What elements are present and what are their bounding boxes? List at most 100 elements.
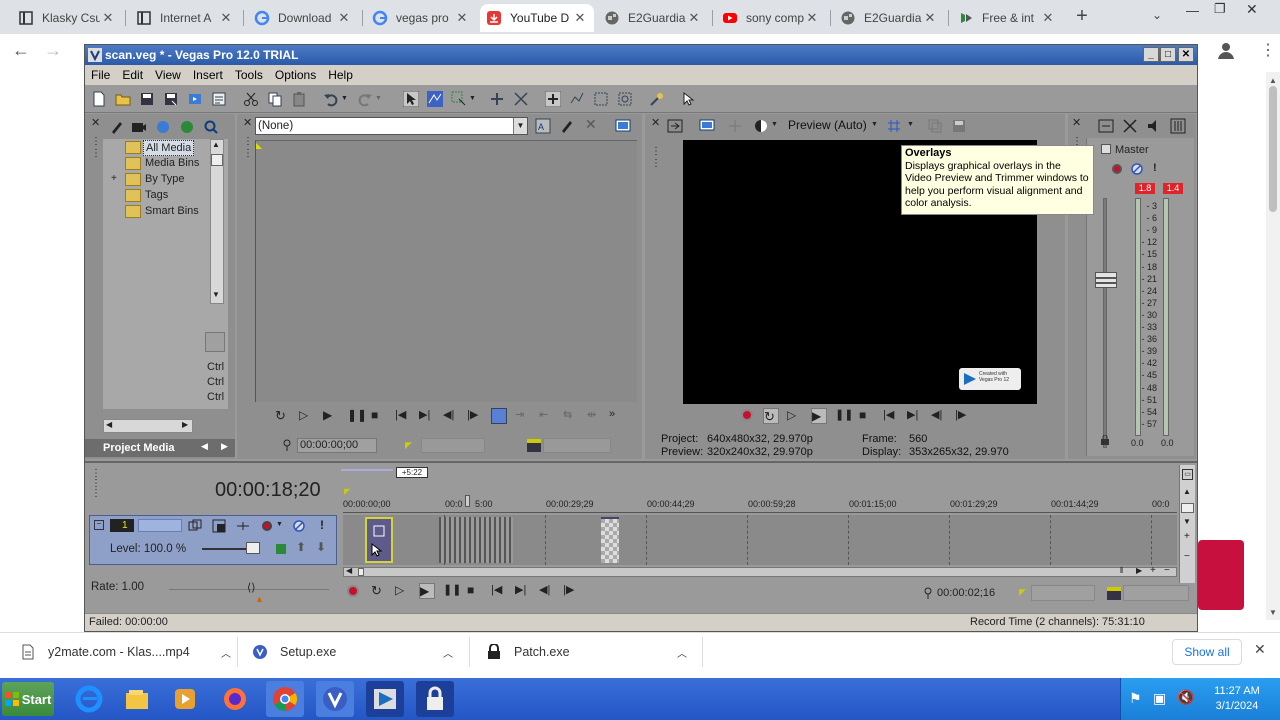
preview-properties-icon[interactable]	[667, 118, 683, 134]
network-icon[interactable]: ▣	[1153, 690, 1166, 707]
save-as-icon[interactable]	[163, 91, 179, 107]
menu-help[interactable]: Help	[322, 68, 359, 82]
close-icon[interactable]: ✕	[218, 10, 234, 26]
panel-close-icon[interactable]: ✕	[243, 116, 252, 129]
pause-icon[interactable]: ❚❚	[835, 408, 853, 424]
menu-tools[interactable]: Tools	[229, 68, 269, 82]
add-to-timeline-4-icon[interactable]: ⇹	[587, 408, 603, 424]
trimmer-tool-icon[interactable]	[559, 118, 575, 134]
expand-track-icon[interactable]: ▭	[1182, 469, 1193, 480]
panel-close-icon[interactable]: ✕	[651, 116, 660, 129]
preview-quality-dropdown[interactable]: Preview (Auto)	[788, 118, 867, 132]
zoom-icon[interactable]	[617, 91, 633, 107]
scroll-handle-icon[interactable]: ⦀	[1120, 566, 1124, 576]
overlays-grid-icon[interactable]	[887, 119, 901, 133]
tab-download[interactable]: Download ✕	[248, 4, 358, 32]
loop-icon[interactable]: ↻	[275, 408, 291, 424]
back-arrow-icon[interactable]: ←	[12, 40, 30, 61]
scroll-thumb[interactable]	[1269, 86, 1277, 212]
auto-ripple-icon[interactable]	[489, 91, 505, 107]
pause-icon[interactable]: ❚❚	[347, 408, 367, 424]
profile-icon[interactable]	[1216, 40, 1236, 60]
properties-icon[interactable]	[211, 91, 227, 107]
cursor-handle[interactable]	[465, 495, 470, 507]
tree-item-tags[interactable]: Tags	[145, 189, 168, 201]
cut-icon[interactable]	[243, 91, 259, 107]
downmix-icon[interactable]	[1122, 118, 1138, 134]
get-media-web-icon[interactable]	[155, 119, 171, 135]
redo-icon[interactable]	[357, 91, 373, 107]
go-to-start-icon[interactable]: |◀	[395, 408, 411, 424]
next-frame-icon[interactable]: |▶	[467, 408, 483, 424]
add-to-timeline-3-icon[interactable]: ⇆	[563, 408, 579, 424]
firefox-icon[interactable]	[216, 681, 254, 717]
menu-kebab-icon[interactable]: ⋮	[1260, 40, 1276, 60]
fader-handle[interactable]	[1095, 272, 1117, 288]
tab-next-icon[interactable]: ▶	[221, 441, 228, 452]
tab-free-int[interactable]: Free & int ✕	[952, 4, 1062, 32]
track-gear-icon[interactable]	[260, 519, 274, 533]
go-to-start-icon[interactable]: |◀	[491, 583, 507, 599]
expand-icon[interactable]: +	[111, 173, 117, 184]
new-project-icon[interactable]	[91, 91, 107, 107]
track-fx-icon[interactable]	[212, 519, 226, 533]
tab-youtube-download[interactable]: YouTube D ✕	[480, 4, 594, 32]
stop-icon[interactable]: ■	[371, 408, 387, 424]
paste-icon[interactable]	[291, 91, 307, 107]
mute-icon[interactable]	[1131, 163, 1143, 175]
play-icon[interactable]: ▶	[419, 583, 435, 599]
chevron-up-icon[interactable]: ︿	[672, 645, 692, 660]
tab-vegas-pro[interactable]: vegas pro ✕	[366, 4, 476, 32]
move-up-icon[interactable]: ⬆	[296, 540, 306, 554]
stop-icon[interactable]: ■	[859, 408, 875, 424]
time-ruler[interactable]: 00:00:00;00 00:0 5:00 00:00:29;29 00:00:…	[343, 493, 1177, 513]
minimize-button[interactable]: _	[1143, 47, 1159, 62]
tree-hscrollbar[interactable]: ◀ ▶	[103, 419, 193, 433]
fx-gear-icon[interactable]	[1111, 163, 1123, 175]
scroll-left-icon[interactable]: ◀	[346, 566, 352, 575]
timeline-timecode[interactable]: 00:00:18;20	[215, 479, 321, 502]
level-slider-handle[interactable]	[246, 542, 260, 554]
video-event-strip[interactable]	[439, 517, 513, 563]
prev-frame-icon[interactable]: ◀|	[443, 408, 459, 424]
normal-edit-tool-icon[interactable]	[403, 91, 419, 107]
whats-this-icon[interactable]	[681, 91, 697, 107]
scroll-thumb[interactable]	[211, 154, 223, 166]
scroll-up-icon[interactable]: ▲	[212, 140, 220, 149]
trimmer-add-icon[interactable]: A	[535, 118, 551, 134]
record-icon[interactable]	[741, 409, 753, 421]
chevron-down-icon[interactable]: ▼	[907, 121, 914, 128]
import-media-icon[interactable]	[109, 119, 125, 135]
tree-item-all-media[interactable]: All Media	[143, 140, 195, 156]
tab-e2guardian-1[interactable]: E2Guardia ✕	[598, 4, 708, 32]
save-icon[interactable]	[139, 91, 155, 107]
remove-unused-icon[interactable]	[179, 119, 195, 135]
scroll-thumb[interactable]	[358, 568, 364, 576]
menu-view[interactable]: View	[149, 68, 187, 82]
move-down-icon[interactable]: ⬇	[316, 540, 326, 554]
ie-icon[interactable]	[70, 681, 108, 717]
tab-klasky[interactable]: Klasky Csu ✕	[12, 4, 122, 32]
lock-envelopes-icon[interactable]	[569, 91, 585, 107]
scroll-down-icon[interactable]: ▼	[1269, 608, 1277, 617]
close-icon[interactable]: ✕	[454, 10, 470, 26]
go-to-start-icon[interactable]: |◀	[883, 408, 899, 424]
chevron-down-icon[interactable]: ▼	[871, 121, 878, 128]
vegas-taskbar-icon[interactable]	[316, 681, 354, 717]
zoom-in-h-icon[interactable]: +	[1150, 565, 1156, 576]
play-from-start-icon[interactable]: ▷	[395, 583, 411, 599]
compositing-icon[interactable]	[236, 519, 250, 533]
trimmer-overlay-button[interactable]	[491, 408, 507, 424]
prev-frame-icon[interactable]: ◀|	[931, 408, 947, 424]
menu-options[interactable]: Options	[269, 68, 322, 82]
solo-track-icon[interactable]: !	[320, 518, 324, 532]
open-folder-icon[interactable]	[115, 91, 131, 107]
tab-e2guardian-2[interactable]: E2Guardia ✕	[834, 4, 944, 32]
split-screen-icon[interactable]	[753, 118, 769, 134]
timeline-vscroll[interactable]: ▭ ▲ ▼ + −	[1179, 465, 1195, 583]
render-as-icon[interactable]	[187, 91, 203, 107]
next-frame-icon[interactable]: |▶	[955, 408, 971, 424]
page-red-button[interactable]	[1198, 540, 1244, 610]
download-item[interactable]: y2mate.com - Klas....mp4 ︿	[20, 633, 236, 671]
menu-file[interactable]: File	[85, 68, 116, 82]
